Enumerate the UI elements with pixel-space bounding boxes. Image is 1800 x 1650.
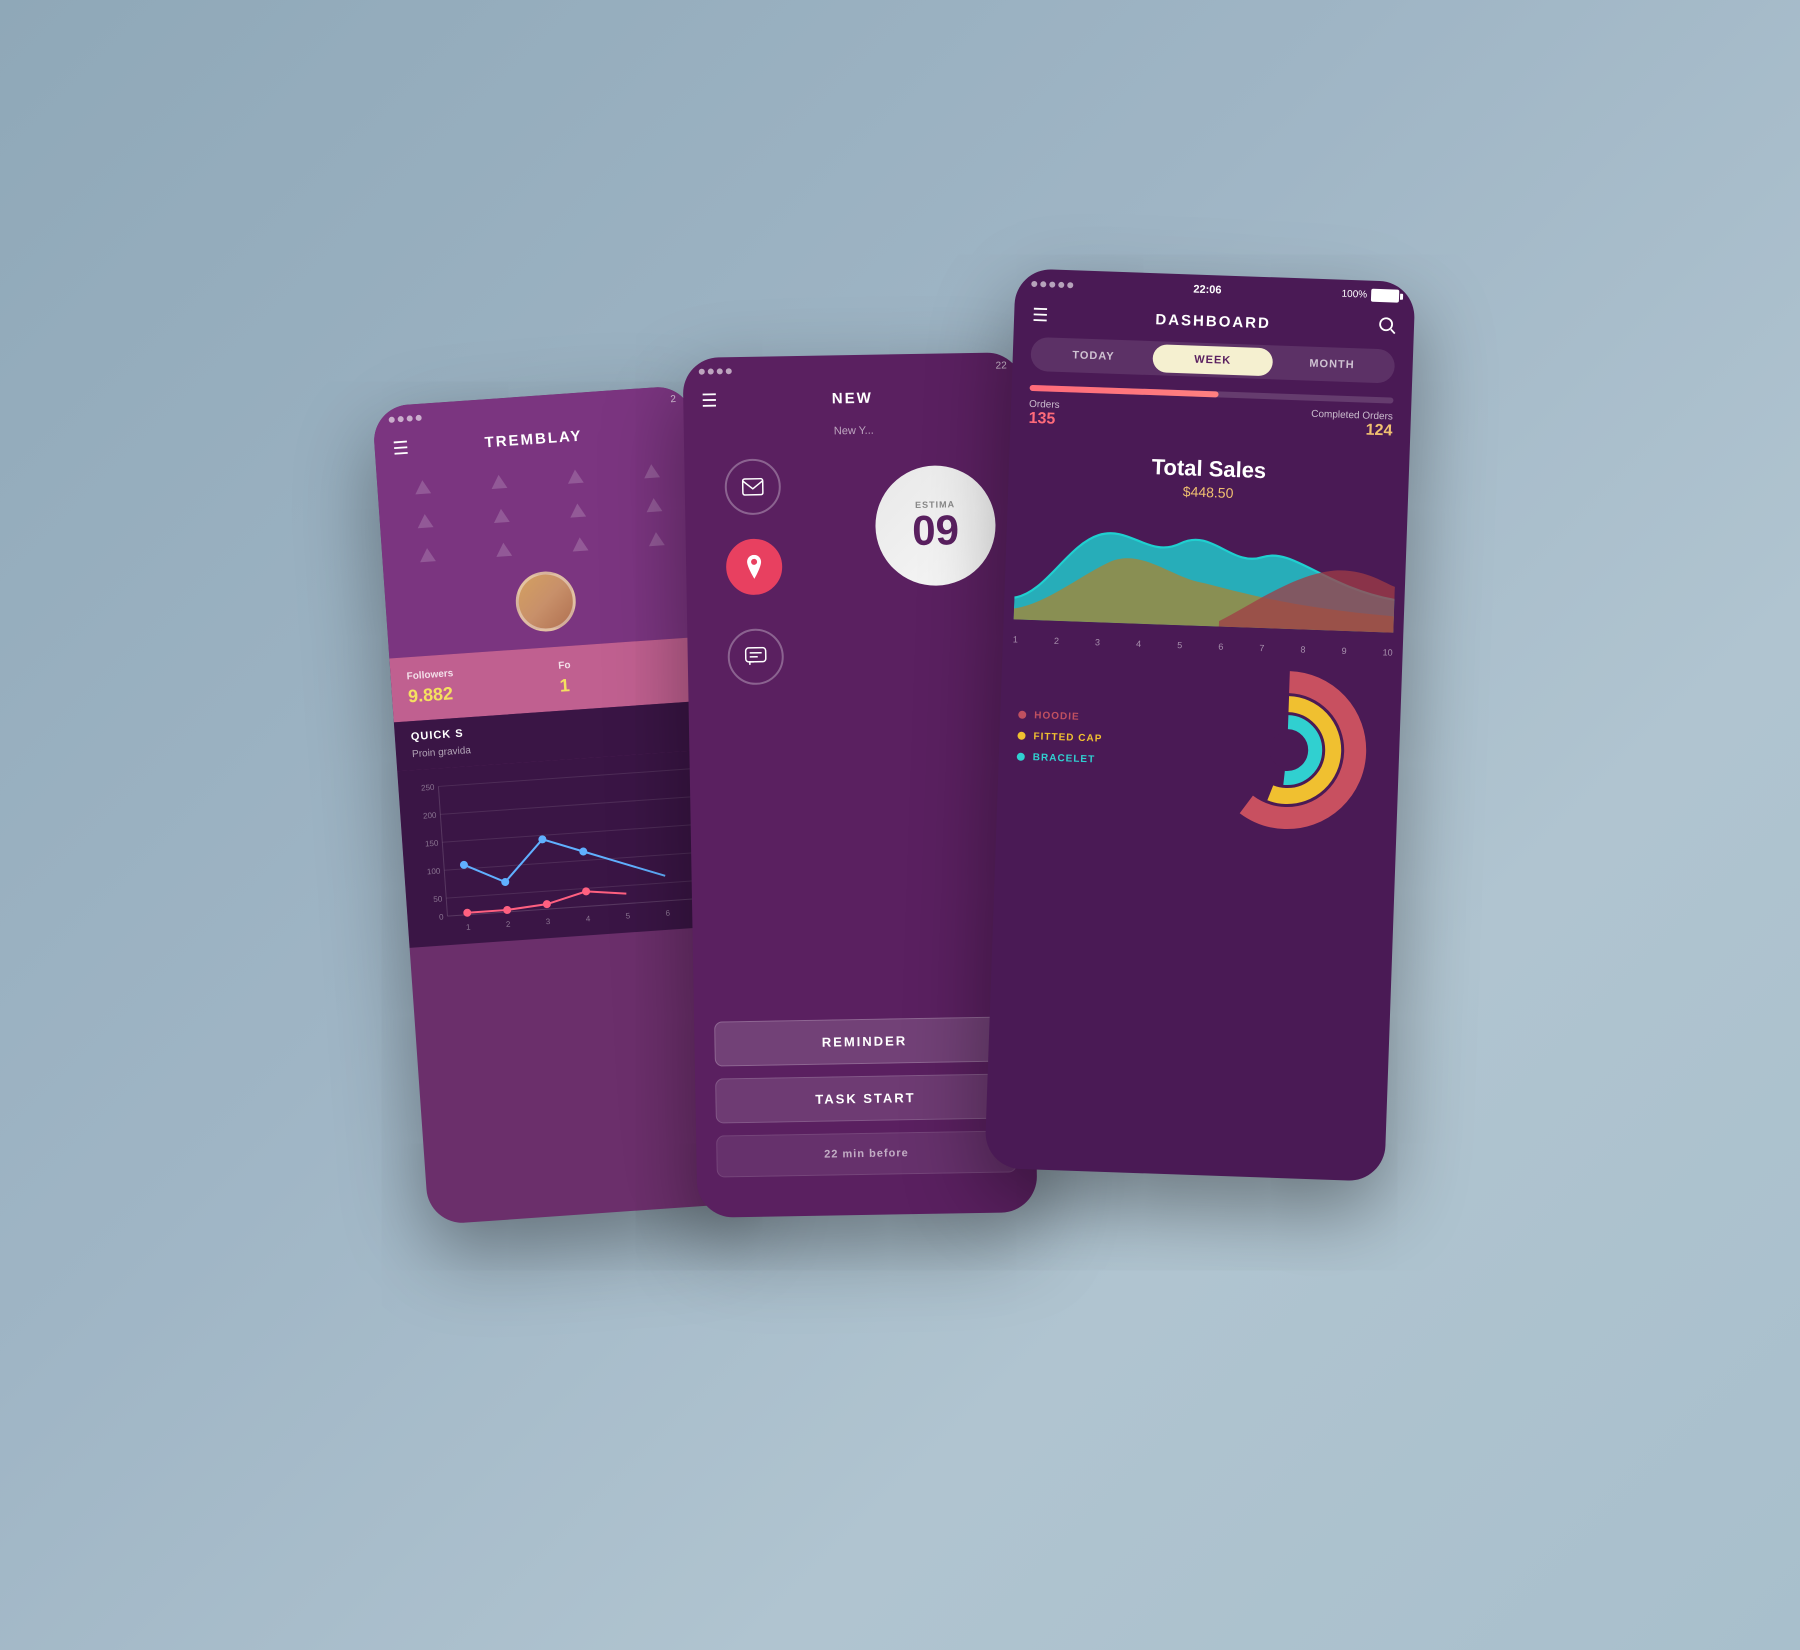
phone2-time: 22 (995, 360, 1006, 371)
svg-text:100: 100 (427, 866, 441, 876)
phone1-quick-text: Proin gravida (412, 745, 472, 760)
legend-dot-fitted-cap (1017, 732, 1025, 740)
mountain-icon: ⛰ (613, 453, 690, 490)
mountain-icon: ⛰ (385, 469, 462, 506)
svg-text:200: 200 (423, 811, 437, 821)
legend-fitted-cap: FITTED CAP (1017, 730, 1174, 746)
xaxis-3: 3 (1095, 637, 1100, 647)
xaxis-7: 7 (1259, 643, 1264, 653)
phone2-menu-icon[interactable]: ☰ (701, 390, 718, 411)
phone3-donut-chart (1191, 667, 1384, 833)
svg-text:250: 250 (421, 783, 435, 793)
legend-label-hoodie: HOODIE (1034, 710, 1080, 723)
xaxis-1: 1 (1013, 634, 1018, 644)
legend-label-fitted-cap: FITTED CAP (1033, 731, 1102, 744)
legend-bracelet: BRACELET (1017, 751, 1174, 767)
xaxis-10: 10 (1382, 647, 1392, 657)
mountain-icon: ⛰ (542, 526, 619, 563)
phone1-followers-value: 9.882 (407, 677, 544, 707)
svg-text:150: 150 (425, 839, 439, 849)
phone3-donut-section: HOODIE FITTED CAP BRACELET (996, 652, 1402, 842)
phone2-task-start-btn[interactable]: TASK START (715, 1073, 1016, 1123)
legend-label-bracelet: BRACELET (1033, 752, 1096, 765)
phone2-reminder-btn[interactable]: REMINDER (714, 1016, 1015, 1066)
phone3-legend: HOODIE FITTED CAP BRACELET (1016, 709, 1174, 777)
phone2-main-area: ESTIMA 09 (704, 444, 1008, 709)
svg-text:2: 2 (506, 920, 512, 929)
phone2-time-label: 22 min before (716, 1130, 1017, 1177)
phone1-pattern-grid: ⛰ ⛰ ⛰ ⛰ ⛰ ⛰ ⛰ ⛰ ⛰ ⛰ ⛰ ⛰ (376, 449, 703, 583)
phone3-title: DASHBOARD (1155, 311, 1271, 332)
battery-bar-icon (1371, 289, 1399, 303)
xaxis-5: 5 (1177, 640, 1182, 650)
phone1-bg: 2 ☰ TREMBLAY ⛰ ⛰ ⛰ ⛰ ⛰ ⛰ ⛰ ⛰ ⛰ ⛰ ⛰ ⛰ (372, 385, 709, 659)
xaxis-6: 6 (1218, 642, 1223, 652)
phone2-mail-btn[interactable] (724, 458, 781, 515)
phone2-header: ☰ NEW (683, 379, 1024, 422)
phone1-line-chart: 0 50 100 150 200 250 1 2 3 4 5 6 7 (397, 749, 729, 948)
legend-dot-hoodie (1018, 711, 1026, 719)
phone3-area-chart (1003, 499, 1407, 638)
phone2-buttons: REMINDER TASK START 22 min before (694, 1016, 1037, 1178)
location-text: New Y... (834, 425, 874, 438)
phone-2: 22 ☰ NEW New Y... (683, 352, 1038, 1218)
svg-text:5: 5 (625, 911, 631, 920)
phone3-time: 22:06 (1193, 283, 1222, 296)
xaxis-4: 4 (1136, 639, 1141, 649)
phone1-following: Fo 1 (558, 651, 696, 696)
phone2-location-btn[interactable] (726, 538, 783, 595)
phone-3: 22:06 100% ☰ DASHBOARD TODAY WEEK MONTH (984, 268, 1415, 1181)
svg-text:3: 3 (546, 917, 552, 926)
tab-today[interactable]: TODAY (1033, 340, 1153, 372)
phone2-chat-btn[interactable] (727, 628, 784, 685)
phone1-signal (388, 414, 421, 422)
phone3-signal (1031, 280, 1073, 287)
xaxis-8: 8 (1300, 644, 1305, 654)
phone1-title: TREMBLAY (484, 428, 583, 452)
phone3-battery: 100% (1341, 288, 1399, 303)
svg-text:4: 4 (585, 914, 591, 923)
tab-month[interactable]: MONTH (1272, 348, 1392, 380)
orders-value: 135 (1028, 410, 1055, 429)
tab-week[interactable]: WEEK (1153, 344, 1273, 376)
phone3-battery-label: 100% (1341, 289, 1367, 301)
donut-chart-svg (1205, 667, 1370, 832)
completed-value: 124 (1365, 422, 1392, 441)
phone1-menu-icon[interactable]: ☰ (392, 438, 410, 460)
phone1-following-value: 1 (559, 666, 696, 696)
mountain-icon: ⛰ (387, 503, 464, 540)
phone2-estimate-circle: ESTIMA 09 (874, 465, 996, 587)
mountain-icon: ⛰ (389, 537, 466, 574)
mountain-icon: ⛰ (616, 487, 693, 524)
xaxis-2: 2 (1054, 636, 1059, 646)
phone2-est-value: 09 (912, 509, 959, 552)
legend-hoodie: HOODIE (1018, 709, 1175, 725)
phone2-signal (699, 368, 732, 375)
area-chart-svg (1014, 500, 1398, 633)
mountain-icon: ⛰ (540, 492, 617, 529)
phone1-time: 2 (670, 394, 676, 405)
phone1-avatar (514, 569, 578, 633)
mountain-icon: ⛰ (463, 498, 540, 535)
xaxis-9: 9 (1341, 646, 1346, 656)
phone1-chart-svg: 0 50 100 150 200 250 1 2 3 4 5 6 7 (408, 758, 718, 939)
phone2-title: NEW (832, 390, 873, 408)
phone1-followers: Followers 9.882 (406, 662, 544, 707)
legend-dot-bracelet (1017, 753, 1025, 761)
svg-text:1: 1 (466, 923, 472, 932)
mountain-icon: ⛰ (461, 464, 538, 501)
phones-container: 2 ☰ TREMBLAY ⛰ ⛰ ⛰ ⛰ ⛰ ⛰ ⛰ ⛰ ⛰ ⛰ ⛰ ⛰ (400, 275, 1400, 1375)
svg-text:50: 50 (433, 894, 443, 904)
svg-text:0: 0 (439, 912, 445, 921)
phone3-search-icon[interactable] (1378, 316, 1397, 340)
progress-bar-fill (1030, 385, 1219, 398)
svg-text:6: 6 (665, 909, 671, 918)
phone3-menu-icon[interactable]: ☰ (1032, 305, 1049, 327)
mountain-icon: ⛰ (537, 459, 614, 496)
mountain-icon: ⛰ (466, 532, 543, 569)
mountain-icon: ⛰ (618, 521, 695, 558)
